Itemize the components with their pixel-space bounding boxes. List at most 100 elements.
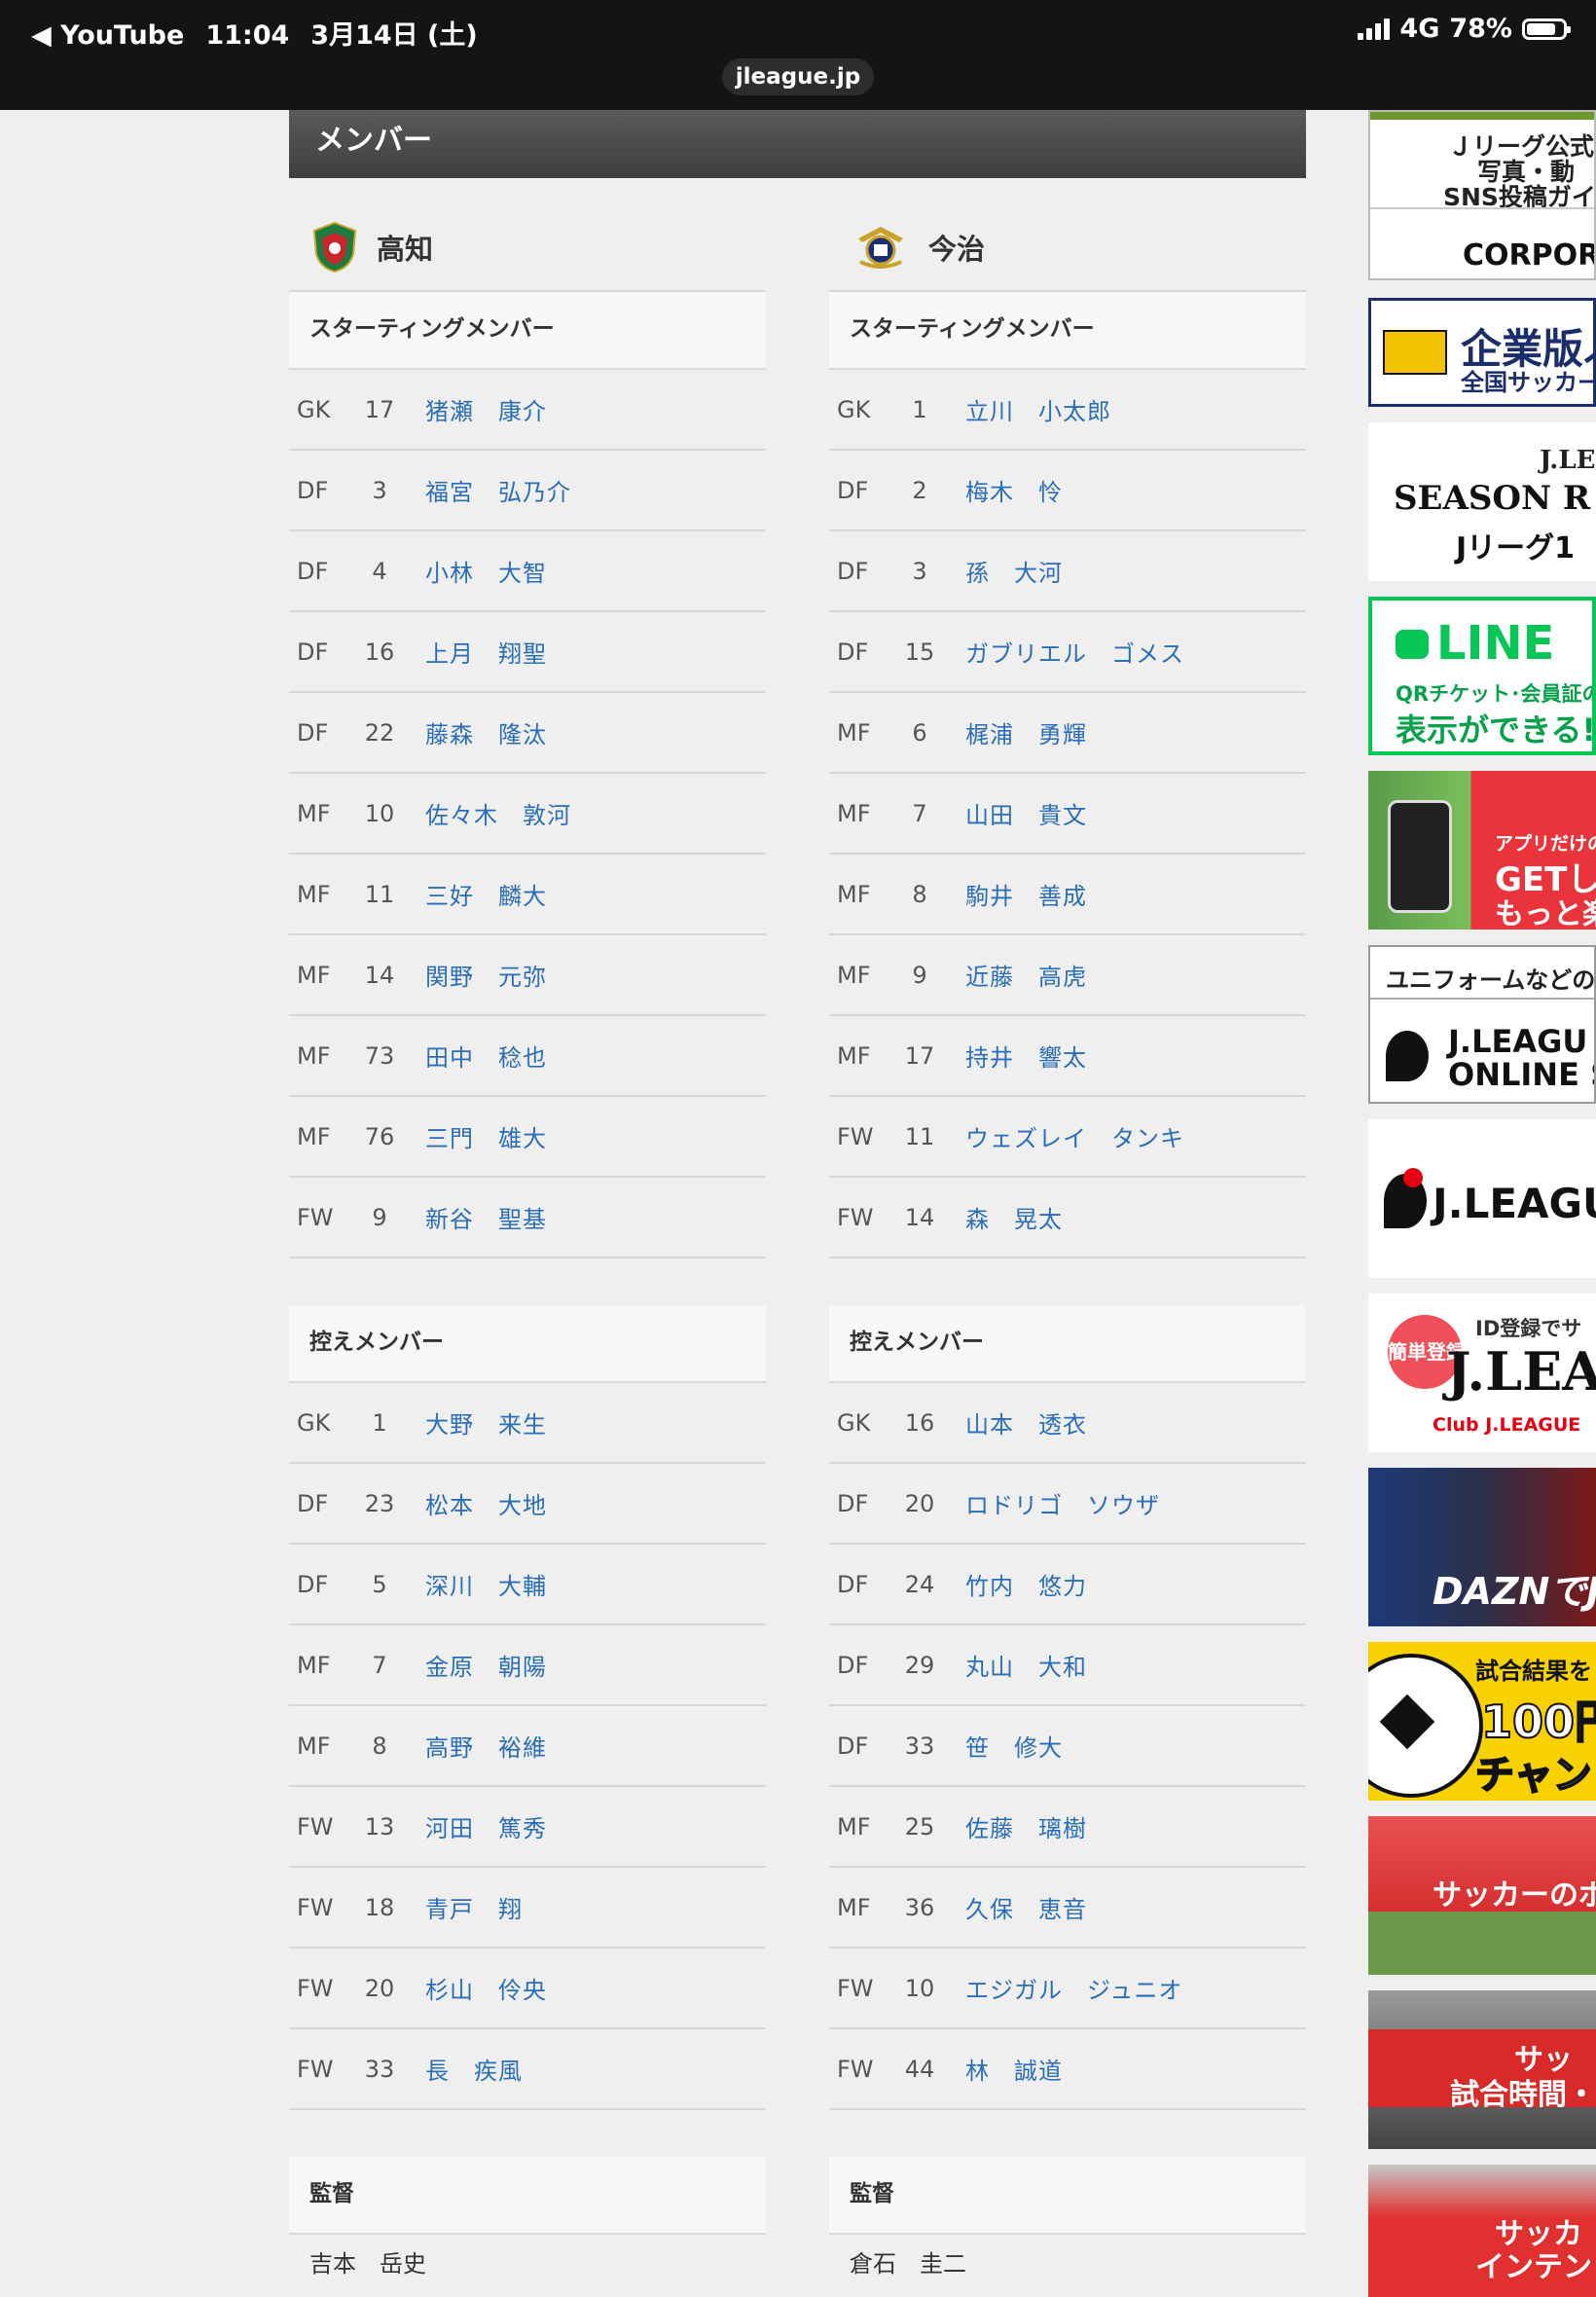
player-position: DF <box>837 1570 869 1598</box>
player-number: 33 <box>904 1732 935 1760</box>
banner-match-schedule[interactable]: サッ 試合時間・ <box>1368 1990 1596 2149</box>
player-name-link[interactable]: 長 疾風 <box>409 2052 523 2086</box>
player-name-link[interactable]: ガブリエル ゴメス <box>949 635 1184 669</box>
player-name-link[interactable]: 猪瀬 康介 <box>409 392 547 426</box>
player-name-link[interactable]: 丸山 大和 <box>949 1648 1087 1682</box>
player-number: 13 <box>364 1812 395 1841</box>
player-name-link[interactable]: 松本 大地 <box>409 1486 547 1520</box>
player-number: 33 <box>364 2055 395 2083</box>
player-name-link[interactable]: 深川 大輔 <box>409 1567 547 1601</box>
player-name-link[interactable]: 梅木 怜 <box>949 473 1063 507</box>
player-name-link[interactable]: 山田 貴文 <box>949 796 1087 830</box>
banner-text: 全国サッカー <box>1461 369 1596 396</box>
player-number: 5 <box>372 1570 387 1598</box>
team-name: 今治 <box>928 233 986 266</box>
player-name-link[interactable]: 大野 来生 <box>409 1405 547 1440</box>
player-name-link[interactable]: 福宮 弘乃介 <box>409 473 571 507</box>
banner-100yen-challenge[interactable]: 試合結果を 100円 チャン <box>1368 1642 1596 1801</box>
banner-dazn[interactable]: DAZNでJリ <box>1368 1468 1596 1626</box>
starting-members-heading: スターティングメンバー <box>289 292 766 370</box>
player-row: DF 5 深川 大輔 <box>289 1545 766 1625</box>
player-position: MF <box>837 799 871 827</box>
player-position: MF <box>297 1041 331 1070</box>
player-name-link[interactable]: 佐藤 璃樹 <box>949 1809 1087 1843</box>
url-bar[interactable]: jleague.jp <box>722 58 874 95</box>
player-position: DF <box>297 638 329 666</box>
player-position: MF <box>297 961 331 989</box>
banner-soccer-intensity[interactable]: サッカ インテン <box>1368 2165 1596 2297</box>
player-row: MF 6 梶浦 勇輝 <box>829 693 1306 774</box>
player-name-link[interactable]: 上月 翔聖 <box>409 635 547 669</box>
banner-text: 試合結果を <box>1475 1658 1592 1685</box>
player-name-link[interactable]: 近藤 高虎 <box>949 958 1087 992</box>
banner-text: Club J.LEAGUE <box>1433 1414 1581 1436</box>
player-position: MF <box>297 799 331 827</box>
player-name-link[interactable]: ウェズレイ タンキ <box>949 1119 1184 1153</box>
player-name-link[interactable]: 林 誠道 <box>949 2052 1063 2086</box>
player-name-link[interactable]: 山本 透衣 <box>949 1405 1087 1440</box>
player-name-link[interactable]: 駒井 善成 <box>949 877 1087 911</box>
banner-text: アプリだけのお <box>1495 833 1596 855</box>
player-name-link[interactable]: 森 晃太 <box>949 1200 1063 1234</box>
player-name-link[interactable]: 金原 朝陽 <box>409 1648 547 1682</box>
player-row: DF 15 ガブリエル ゴメス <box>829 612 1306 693</box>
player-row: MF 17 持井 響太 <box>829 1016 1306 1097</box>
player-name-link[interactable]: 持井 響太 <box>949 1039 1087 1073</box>
banner-text: ONLINE S <box>1448 1056 1594 1093</box>
player-name-link[interactable]: 高野 裕維 <box>409 1729 547 1763</box>
player-name-link[interactable]: 杉山 伶央 <box>409 1971 547 2005</box>
player-row: MF 7 金原 朝陽 <box>289 1625 766 1706</box>
back-to-app-button[interactable]: ◀ YouTube <box>31 20 184 51</box>
player-name-link[interactable]: 関野 元弥 <box>409 958 547 992</box>
player-name-link[interactable]: 三門 雄大 <box>409 1119 547 1153</box>
player-name-link[interactable]: ロドリゴ ソウザ <box>949 1486 1160 1520</box>
banner-season-review[interactable]: J.LE SEASON R Jリーグ1 <box>1368 422 1596 581</box>
player-position: MF <box>837 1893 871 1921</box>
banner-jleague[interactable]: J.LEAGU <box>1368 1119 1596 1278</box>
banner-club-jleague-app[interactable]: アプリだけのお GETして もっと楽し <box>1368 771 1596 930</box>
member-section: メンバー 高知 スターティングメンバー GK 17 猪瀬 康介 DF 3 福宮 弘乃介 DF… <box>289 110 1306 2278</box>
player-position: GK <box>297 395 331 423</box>
sidebar-banners: Ｊリーグ公式 写真・動 SNS投稿ガイ CORPOR 企業版ふ 全国サッカー J… <box>1368 110 1596 2297</box>
player-name-link[interactable]: 新谷 聖基 <box>409 1200 547 1234</box>
player-number: 17 <box>904 1041 935 1070</box>
player-name-link[interactable]: 佐々木 敦河 <box>409 796 571 830</box>
player-name-link[interactable]: 小林 大智 <box>409 554 547 588</box>
smartphone-icon <box>1388 800 1452 913</box>
player-row: MF 25 佐藤 璃樹 <box>829 1787 1306 1868</box>
player-position: MF <box>837 1041 871 1070</box>
banner-text: J.LEA <box>1446 1340 1596 1403</box>
player-number: 4 <box>372 557 387 585</box>
coach-name: 倉石 圭二 <box>850 2250 966 2278</box>
player-name-link[interactable]: 笹 修大 <box>949 1729 1063 1763</box>
player-row: FW 10 エジガル ジュニオ <box>829 1949 1306 2029</box>
banner-soccer-ball-promo[interactable]: サッカーのボ <box>1368 1816 1596 1975</box>
team-header: 今治 <box>829 204 1306 292</box>
substitutes-heading: 控えメンバー <box>289 1305 766 1383</box>
player-row: GK 1 大野 来生 <box>289 1383 766 1464</box>
player-name-link[interactable]: エジガル ジュニオ <box>949 1971 1182 2005</box>
banner-online-store[interactable]: ユニフォームなどの J.LEAGU ONLINE S <box>1368 945 1596 1104</box>
player-name-link[interactable]: 田中 稔也 <box>409 1039 547 1073</box>
banner-club-jleague-id[interactable]: 簡単登録 ID登録でサ J.LEA Club J.LEAGUE <box>1368 1294 1596 1452</box>
player-position: FW <box>297 2055 334 2083</box>
banner-corporate-hometown[interactable]: 企業版ふ 全国サッカー <box>1368 298 1596 407</box>
player-name-link[interactable]: 三好 麟大 <box>409 877 547 911</box>
banner-text: QRチケット･会員証の <box>1396 682 1596 706</box>
banner-sns-guide[interactable]: Ｊリーグ公式 写真・動 SNS投稿ガイ CORPOR <box>1368 110 1596 280</box>
player-name-link[interactable]: 藤森 隆汰 <box>409 715 547 749</box>
player-name-link[interactable]: 河田 篤秀 <box>409 1809 547 1843</box>
starting-members-heading: スターティングメンバー <box>829 292 1306 370</box>
player-row: FW 13 河田 篤秀 <box>289 1787 766 1868</box>
player-name-link[interactable]: 青戸 翔 <box>409 1890 523 1924</box>
player-row: MF 11 三好 麟大 <box>289 855 766 935</box>
player-name-link[interactable]: 立川 小太郎 <box>949 392 1111 426</box>
player-name-link[interactable]: 梶浦 勇輝 <box>949 715 1087 749</box>
player-name-link[interactable]: 孫 大河 <box>949 554 1063 588</box>
player-number: 10 <box>364 799 395 827</box>
banner-line[interactable]: LINE QRチケット･会員証の 表示ができる!! <box>1368 597 1596 755</box>
player-name-link[interactable]: 久保 恵音 <box>949 1890 1087 1924</box>
player-number: 9 <box>372 1203 387 1231</box>
player-name-link[interactable]: 竹内 悠力 <box>949 1567 1087 1601</box>
player-position: DF <box>837 476 869 504</box>
